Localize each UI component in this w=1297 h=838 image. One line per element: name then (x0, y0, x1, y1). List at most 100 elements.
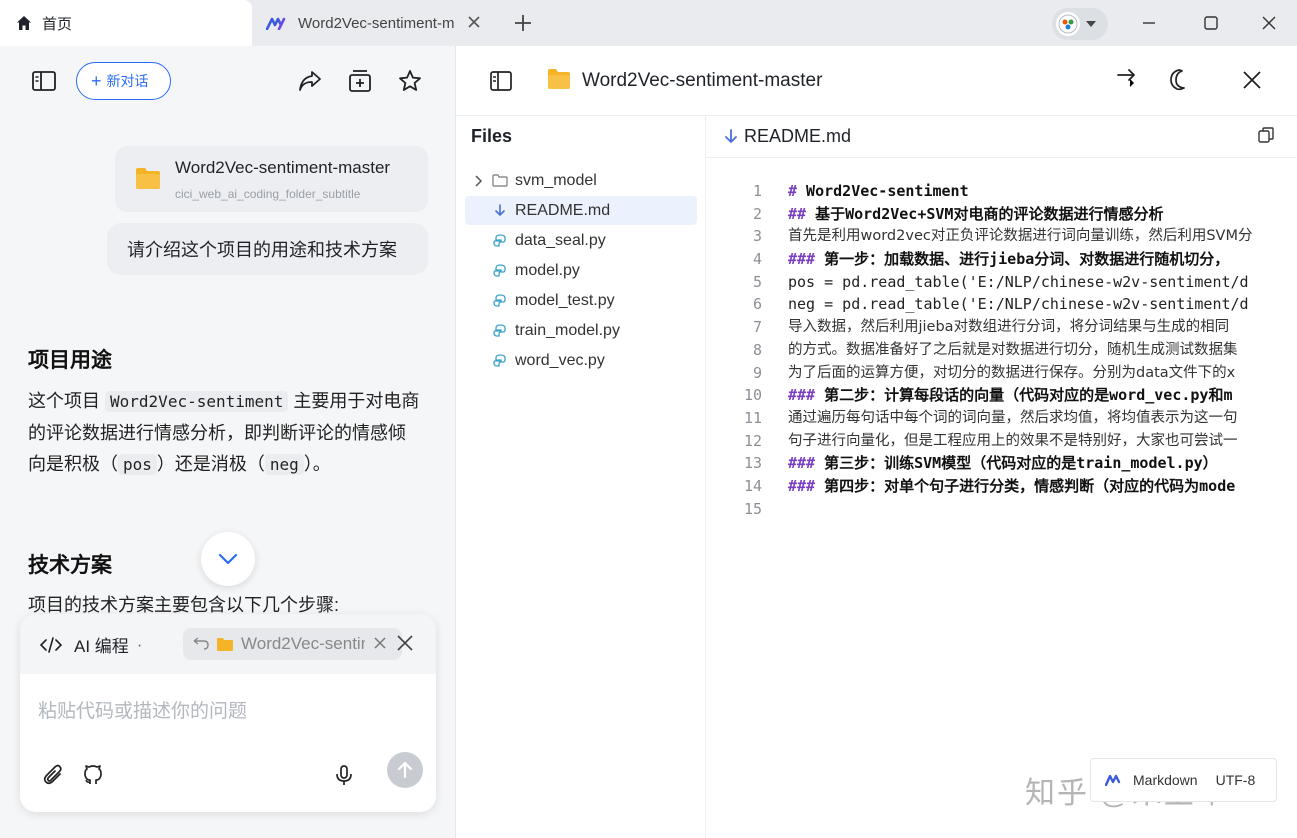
marscode-logo-icon (1105, 774, 1125, 786)
microphone-icon[interactable] (333, 764, 355, 786)
dark-mode-icon[interactable] (1170, 69, 1192, 91)
line-number: 10 (743, 386, 762, 405)
line-content: ## 基于Word2Vec+SVM对电商的评论数据进行情感分析 (788, 203, 1163, 226)
chevron-down-icon (218, 553, 238, 565)
status-bar: Markdown UTF-8 (1090, 758, 1277, 802)
folder-subtitle: cici_web_ai_coding_folder_subtitle (175, 187, 361, 201)
sidebar-toggle-icon[interactable] (32, 70, 56, 92)
tree-item-train-model[interactable]: train_model.py (465, 316, 697, 345)
line-content: 的方式。数据准备好了之后就是对数据进行切分，随机生成测试数据集 (788, 339, 1238, 362)
markdown-heading-marker: ### (788, 386, 816, 405)
github-icon[interactable] (82, 764, 104, 786)
inline-code: pos (118, 454, 157, 475)
tab-home[interactable]: 首页 (0, 0, 252, 46)
line-text: 第二步：计算每段话的向量（代码对应的是word_vec.py和m (815, 386, 1233, 405)
line-content: 句子进行向量化，但是工程应用上的效果不是特别好，大家也可尝试一 (788, 430, 1238, 453)
tab-home-label: 首页 (42, 15, 73, 33)
maximize-icon[interactable] (1202, 14, 1220, 32)
browser-tab-bar: 首页 Word2Vec-sentiment-master (0, 0, 1297, 46)
share-icon[interactable] (298, 70, 322, 92)
code-line: 3 首先是利用word2vec对正负评论数据进行词向量训练，然后利用SVM分 (706, 225, 1297, 248)
answer-heading-purpose: 项目用途 (28, 349, 112, 372)
line-number: 5 (752, 272, 762, 291)
line-text: pos = pd.read_table('E:/NLP/chinese-w2v-… (788, 272, 1249, 291)
sidebar-toggle-icon[interactable] (490, 71, 512, 91)
line-number: 1 (752, 182, 762, 200)
line-text: 第四步：对单个句子进行分类，情感判断（对应的代码为mode (815, 476, 1236, 495)
tree-item-model[interactable]: model.py (465, 256, 697, 285)
send-button[interactable] (387, 752, 423, 788)
python-file-icon (491, 323, 509, 338)
code-icon (40, 636, 62, 653)
remove-context-icon[interactable] (373, 636, 387, 650)
line-content: 首先是利用word2vec对正负评论数据进行词向量训练，然后利用SVM分 (788, 225, 1252, 248)
inline-code: Word2Vec-sentiment (105, 391, 289, 412)
tree-item-label: svm_model (515, 171, 597, 189)
ai-coding-mode[interactable]: AI 编程 · (40, 632, 142, 657)
attachment-icon[interactable] (42, 764, 64, 786)
answer-paragraph-purpose: 这个项目 Word2Vec-sentiment 主要用于对电商的评论数据进行情感… (28, 386, 423, 481)
line-text: neg = pd.read_table('E:/NLP/chinese-w2v-… (788, 295, 1249, 314)
open-in-ide-icon[interactable] (1116, 69, 1140, 91)
profile-switcher[interactable] (1052, 8, 1108, 40)
line-text: 第三步：训练SVM模型（代码对应的是train_model.py） (815, 454, 1218, 473)
folder-icon (547, 68, 571, 90)
line-content: neg = pd.read_table('E:/NLP/chinese-w2v-… (788, 293, 1249, 316)
markdown-heading-marker: ### (788, 454, 816, 473)
editor-filename: README.md (724, 126, 851, 147)
code-line: 8 的方式。数据准备好了之后就是对数据进行切分，随机生成测试数据集 (706, 339, 1297, 362)
line-content: 导入数据，然后利用jieba对数组进行分词，将分词结果与生成的相同 (788, 316, 1229, 339)
scroll-to-bottom-button[interactable] (201, 532, 255, 586)
markdown-heading-marker: # (788, 182, 798, 200)
plus-icon: + (91, 71, 102, 91)
markdown-heading-marker: ## (788, 204, 807, 223)
line-content: # Word2Vec-sentiment (788, 180, 969, 203)
line-content: ### 第三步：训练SVM模型（代码对应的是train_model.py） (788, 452, 1218, 475)
answer-text: ）还是消极（ (156, 454, 265, 474)
line-number: 4 (752, 250, 762, 269)
attached-folder-card[interactable]: Word2Vec-sentiment-master cici_web_ai_co… (115, 146, 428, 212)
code-line: 14 ### 第四步：对单个句子进行分类，情感判断（对应的代码为mode (706, 475, 1297, 498)
code-lines[interactable]: 1 # Word2Vec-sentiment 2 ## 基于Word2Vec+SVM对… (706, 180, 1297, 520)
tab-close-icon[interactable] (466, 14, 482, 30)
line-content: ### 第二步：计算每段话的向量（代码对应的是word_vec.py和m (788, 384, 1233, 407)
file-tree: Files svm_model README.md data_seal.py m… (456, 116, 706, 838)
mode-separator: · (136, 634, 143, 654)
answer-text: ）。 (303, 454, 331, 474)
python-file-icon (491, 353, 509, 368)
copy-icon[interactable] (1258, 127, 1274, 143)
window-close-icon[interactable] (1260, 14, 1278, 32)
tree-item-data-seal[interactable]: data_seal.py (465, 226, 697, 255)
answer-heading-tech: 技术方案 (28, 554, 112, 577)
status-language[interactable]: Markdown (1133, 772, 1198, 788)
context-folder-chip[interactable]: Word2Vec-sentiment-master (183, 628, 402, 660)
status-encoding[interactable]: UTF-8 (1216, 772, 1256, 788)
line-content: ### 第一步：加载数据、进行jieba分词、对数据进行随机切分， (788, 248, 1229, 271)
star-icon[interactable] (398, 69, 422, 93)
tree-item-model-test[interactable]: model_test.py (465, 286, 697, 315)
tree-item-word-vec[interactable]: word_vec.py (465, 346, 697, 375)
code-line: 11 通过遍历每句话中每个词的词向量，然后求均值，将均值表示为这一句 (706, 407, 1297, 430)
minimize-icon[interactable] (1140, 14, 1158, 32)
viewer-toolbar: Word2Vec-sentiment-master (456, 46, 1297, 116)
line-text: 第一步：加载数据、进行jieba分词、对数据进行随机切分， (815, 250, 1230, 269)
add-to-collection-icon[interactable] (348, 69, 372, 93)
tree-item-readme[interactable]: README.md (465, 196, 697, 225)
tree-item-label: README.md (515, 201, 611, 219)
close-panel-icon[interactable] (1242, 70, 1262, 90)
return-arrow-icon (193, 637, 209, 651)
context-chip-label: Word2Vec-sentiment-master (241, 634, 365, 653)
folder-icon (217, 637, 233, 651)
code-line: 7 导入数据，然后利用jieba对数组进行分词，将分词结果与生成的相同 (706, 316, 1297, 339)
tab-project[interactable]: Word2Vec-sentiment-master (252, 0, 496, 46)
tree-item-label: train_model.py (515, 321, 620, 339)
close-context-icon[interactable] (396, 634, 414, 652)
chat-input-placeholder[interactable]: 粘贴代码或描述你的问题 (38, 696, 247, 723)
new-chat-button[interactable]: + 新对话 (76, 62, 171, 100)
tree-item-svm-model[interactable]: svm_model (465, 166, 697, 195)
editor-filename-label: README.md (744, 126, 852, 146)
new-tab-plus-icon[interactable] (512, 12, 534, 34)
marscode-logo-icon (266, 16, 288, 30)
line-number: 3 (752, 227, 762, 246)
line-number: 8 (752, 340, 762, 359)
